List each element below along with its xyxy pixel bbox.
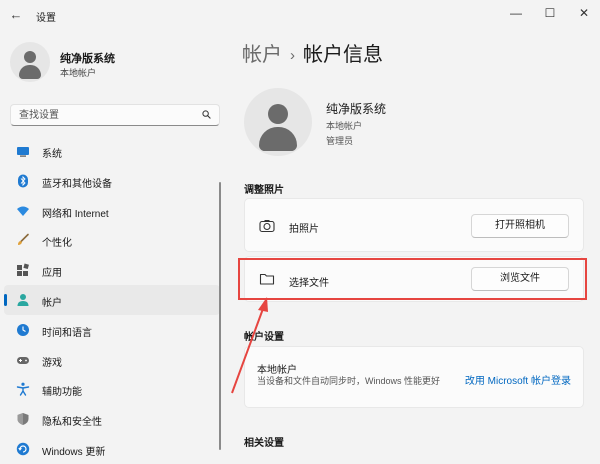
annotation-arrow-icon	[231, 297, 268, 394]
